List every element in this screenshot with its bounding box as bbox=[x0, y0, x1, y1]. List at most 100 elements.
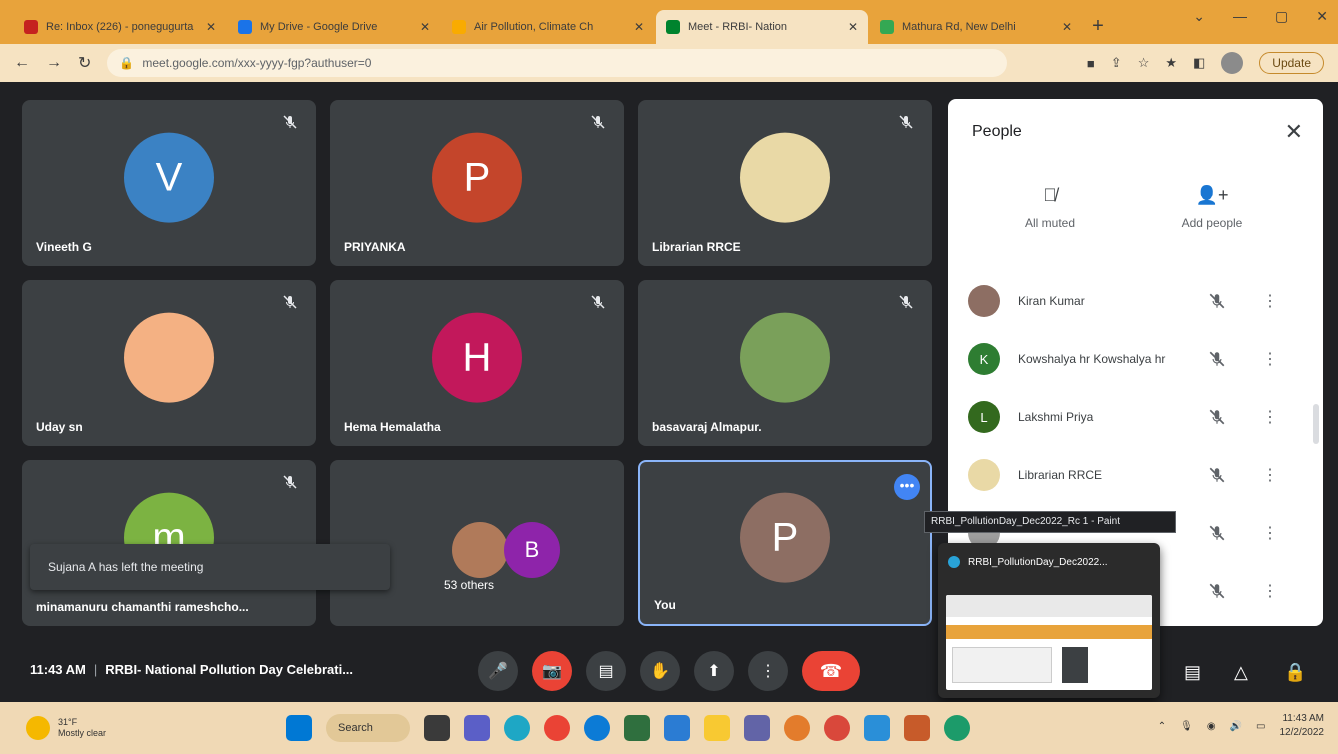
browser-tab[interactable]: Air Pollution, Climate Ch ✕ bbox=[442, 10, 654, 44]
tab-title: Mathura Rd, New Delhi bbox=[902, 21, 1016, 33]
mic-tray-icon[interactable]: 🎙 bbox=[1180, 721, 1193, 732]
tab-close-icon[interactable]: ✕ bbox=[634, 20, 644, 34]
browser-tab[interactable]: My Drive - Google Drive ✕ bbox=[228, 10, 440, 44]
cortana-icon[interactable] bbox=[504, 715, 530, 741]
tile-more-options-button[interactable]: ••• bbox=[894, 474, 920, 500]
participant-tile[interactable]: B 53 others bbox=[330, 460, 624, 626]
tab-search-icon[interactable]: ⌄ bbox=[1193, 8, 1205, 25]
captions-button[interactable]: ▤ bbox=[586, 651, 626, 691]
mute-all-label: All muted bbox=[1024, 216, 1076, 230]
share-icon[interactable]: ⇪ bbox=[1111, 55, 1122, 71]
close-window-button[interactable]: ✕ bbox=[1316, 8, 1328, 25]
url-bar[interactable]: 🔒 meet.google.com/xxx-yyyy-fgp?authuser=… bbox=[107, 49, 1008, 77]
teams-icon[interactable] bbox=[464, 715, 490, 741]
leave-call-button[interactable]: ☎ bbox=[802, 651, 860, 691]
chat-icon[interactable]: ▤ bbox=[1184, 662, 1201, 683]
camera-off-button[interactable]: 📷 bbox=[532, 651, 572, 691]
reload-icon[interactable]: ↻ bbox=[78, 53, 91, 73]
mic-off-icon: 🎙̸ bbox=[1043, 185, 1057, 205]
minimize-button[interactable]: — bbox=[1233, 8, 1247, 25]
participant-row[interactable]: L Lakshmi Priya ⋮ bbox=[968, 397, 1298, 437]
forward-icon[interactable]: → bbox=[46, 54, 62, 72]
browser-tab-strip: Re: Inbox (226) - ponegugurta ✕ My Drive -… bbox=[0, 0, 1338, 44]
participant-name: PRIYANKA bbox=[344, 240, 406, 254]
browser-tab[interactable]: Mathura Rd, New Delhi ✕ bbox=[870, 10, 1082, 44]
tab-close-icon[interactable]: ✕ bbox=[206, 20, 216, 34]
mic-off-icon bbox=[282, 294, 298, 310]
word-icon[interactable] bbox=[864, 715, 890, 741]
participant-name: basavaraj Almapur. bbox=[652, 420, 762, 434]
maximize-button[interactable]: ▢ bbox=[1275, 8, 1288, 25]
present-button[interactable]: ⬆ bbox=[694, 651, 734, 691]
participant-more-button[interactable]: ⋮ bbox=[1262, 465, 1278, 485]
volume-icon[interactable]: 🔊 bbox=[1230, 721, 1242, 732]
participant-more-button[interactable]: ⋮ bbox=[1262, 523, 1278, 543]
browser-tab[interactable]: Re: Inbox (226) - ponegugurta ✕ bbox=[14, 10, 226, 44]
sidepanel-icon[interactable]: ◧ bbox=[1193, 55, 1205, 71]
tab-close-icon[interactable]: ✕ bbox=[848, 20, 858, 34]
raise-hand-button[interactable]: ✋ bbox=[640, 651, 680, 691]
add-people-button[interactable]: 👤+ Add people bbox=[1152, 185, 1272, 230]
chrome-icon[interactable] bbox=[544, 715, 570, 741]
participant-tile[interactable]: H Hema Hemalatha bbox=[330, 280, 624, 446]
chrome-profile-icon[interactable] bbox=[784, 715, 810, 741]
edge-icon[interactable] bbox=[584, 715, 610, 741]
back-icon[interactable]: ← bbox=[14, 54, 30, 72]
profile-avatar[interactable] bbox=[1221, 52, 1244, 74]
chevron-up-icon[interactable]: ⌃ bbox=[1158, 721, 1166, 732]
mail-icon[interactable] bbox=[664, 715, 690, 741]
update-button[interactable]: Update bbox=[1259, 52, 1324, 74]
participant-tile[interactable]: Librarian RRCE bbox=[638, 100, 932, 266]
weather-widget[interactable]: 31°F Mostly clear bbox=[26, 716, 106, 740]
new-tab-button[interactable]: + bbox=[1084, 12, 1112, 40]
panel-scrollbar[interactable] bbox=[1313, 404, 1319, 444]
participant-avatar: H bbox=[432, 312, 522, 403]
microphone-button[interactable]: 🎤 bbox=[478, 651, 518, 691]
clock[interactable]: 11:43 AM 12/2/2022 bbox=[1280, 712, 1325, 740]
tab-favicon-icon bbox=[880, 20, 894, 34]
participant-more-button[interactable]: ⋮ bbox=[1262, 407, 1278, 427]
more-options-button[interactable]: ⋮ bbox=[748, 651, 788, 691]
close-panel-button[interactable]: ✕ bbox=[1285, 119, 1303, 145]
bookmark-star-icon[interactable]: ☆ bbox=[1138, 55, 1150, 71]
mic-off-icon bbox=[1208, 524, 1226, 542]
activities-icon[interactable]: △ bbox=[1234, 662, 1248, 683]
chrome-profile2-icon[interactable] bbox=[824, 715, 850, 741]
tab-close-icon[interactable]: ✕ bbox=[1062, 20, 1072, 34]
app-icon[interactable] bbox=[744, 715, 770, 741]
tab-close-icon[interactable]: ✕ bbox=[420, 20, 430, 34]
browser-tab[interactable]: Meet - RRBI- Nation ✕ bbox=[656, 10, 868, 44]
participant-row[interactable]: K Kowshalya hr Kowshalya hr ⋮ bbox=[968, 339, 1298, 379]
participant-tile[interactable]: Uday sn bbox=[22, 280, 316, 446]
mic-off-icon bbox=[898, 294, 914, 310]
start-icon[interactable] bbox=[286, 715, 312, 741]
task-view-icon[interactable] bbox=[424, 715, 450, 741]
participant-more-button[interactable]: ⋮ bbox=[1262, 349, 1278, 369]
participant-more-button[interactable]: ⋮ bbox=[1262, 291, 1278, 311]
store-icon[interactable] bbox=[624, 715, 650, 741]
mic-off-icon bbox=[282, 474, 298, 490]
participant-avatar bbox=[740, 132, 830, 223]
participant-tile[interactable]: V Vineeth G bbox=[22, 100, 316, 266]
edge-dev-icon[interactable] bbox=[944, 715, 970, 741]
mute-all-button[interactable]: 🎙̸ All muted bbox=[990, 185, 1110, 230]
left-meeting-toast: Sujana A has left the meeting bbox=[30, 544, 390, 590]
tab-favicon-icon bbox=[666, 20, 680, 34]
participant-row[interactable]: Librarian RRCE ⋮ bbox=[968, 455, 1298, 495]
mic-off-icon bbox=[590, 294, 606, 310]
paint-taskbar-icon[interactable] bbox=[904, 715, 930, 741]
host-controls-icon[interactable]: 🔒 bbox=[1284, 662, 1306, 683]
extensions-icon[interactable]: ★ bbox=[1165, 55, 1177, 71]
wifi-icon[interactable]: ◉ bbox=[1207, 721, 1216, 732]
file-explorer-icon[interactable] bbox=[704, 715, 730, 741]
participant-tile[interactable]: m minamanuru chamanthi rameshcho... bbox=[22, 460, 316, 626]
participant-tile[interactable]: P You ••• bbox=[638, 460, 932, 626]
participant-row[interactable]: Kiran Kumar ⋮ bbox=[968, 281, 1298, 321]
camera-indicator-icon[interactable]: ■ bbox=[1087, 56, 1095, 71]
participant-more-button[interactable]: ⋮ bbox=[1262, 581, 1278, 601]
participant-name: Kowshalya hr Kowshalya hr bbox=[1018, 352, 1166, 366]
participant-tile[interactable]: P PRIYANKA bbox=[330, 100, 624, 266]
battery-icon[interactable]: ▭ bbox=[1256, 721, 1265, 732]
participant-tile[interactable]: basavaraj Almapur. bbox=[638, 280, 932, 446]
taskbar-search[interactable]: Search bbox=[326, 714, 410, 742]
